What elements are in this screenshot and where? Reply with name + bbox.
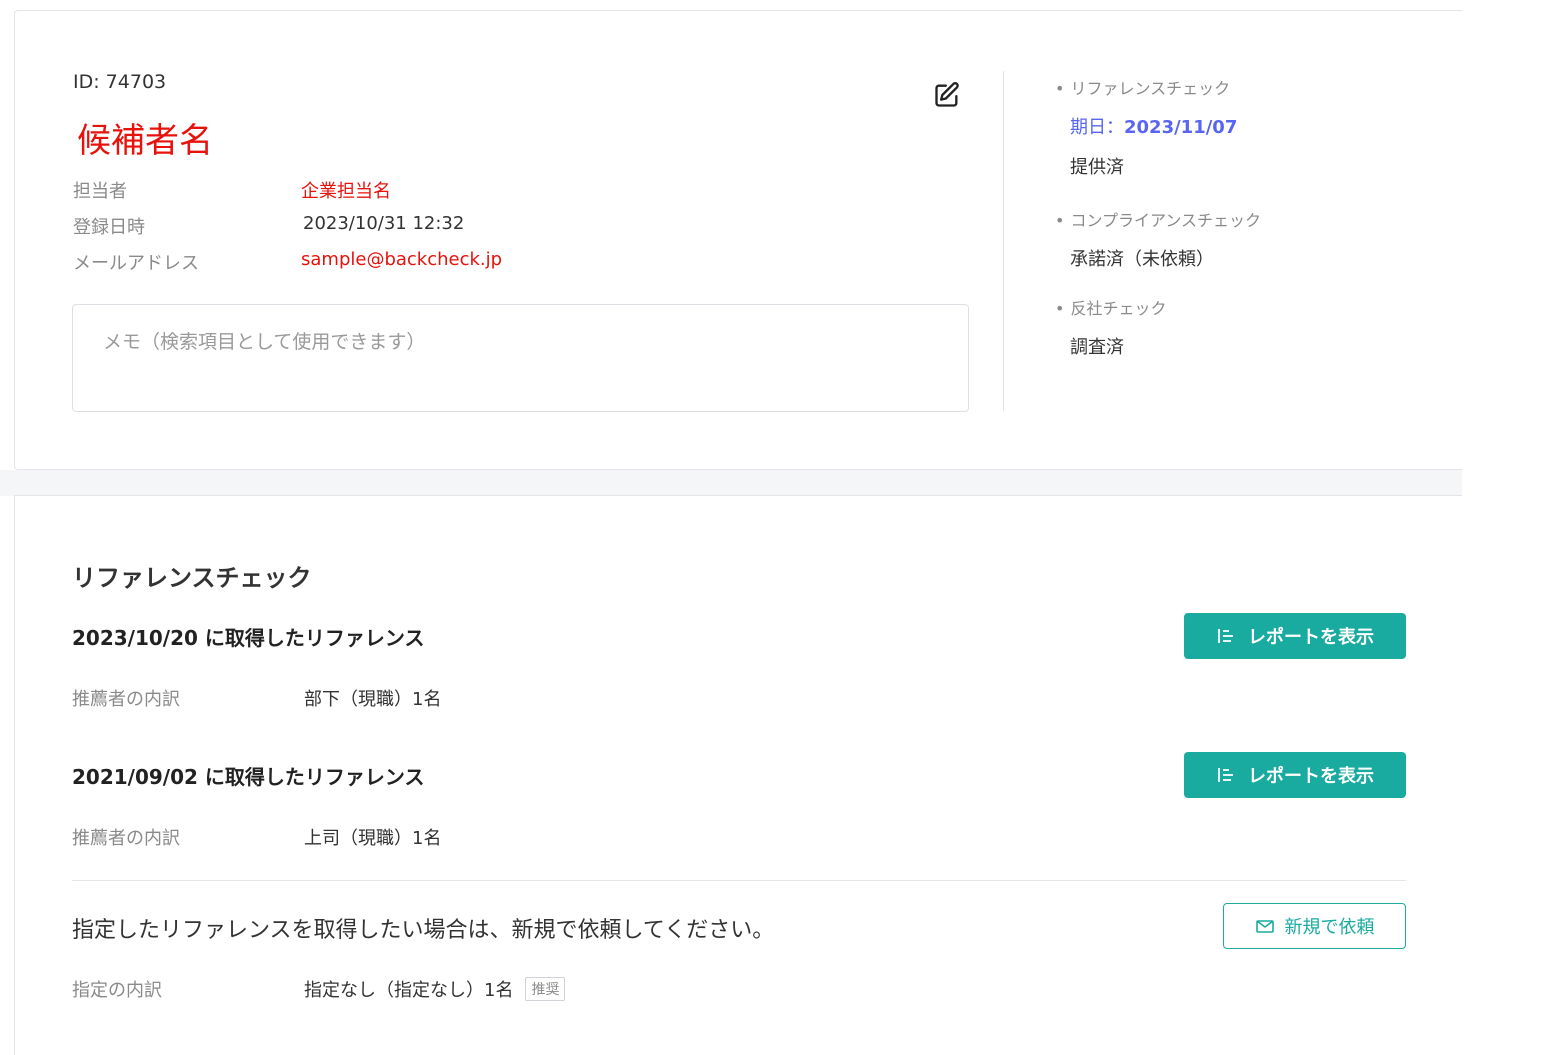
registered-label: 登録日時 bbox=[73, 217, 145, 238]
reference-detail-value-2: 上司（現職）1名 bbox=[304, 828, 442, 849]
reference-detail-label-1: 推薦者の内訳 bbox=[72, 689, 180, 710]
status-antisocial-value: 調査済 bbox=[1070, 337, 1124, 358]
view-report-label-2: レポートを表示 bbox=[1248, 766, 1374, 787]
registered-value: 2023/10/31 12:32 bbox=[303, 213, 465, 234]
status-antisocial: 反社チェック 調査済 bbox=[1055, 295, 1166, 359]
candidate-id: ID: 74703 bbox=[73, 71, 167, 93]
spec-value: 指定なし（指定なし）1名 bbox=[304, 980, 514, 1001]
candidate-name: 候補者名 bbox=[77, 121, 213, 161]
reference-detail-label-2: 推薦者の内訳 bbox=[72, 828, 180, 849]
view-report-label-1: レポートを表示 bbox=[1248, 627, 1374, 648]
owner-value: 企業担当名 bbox=[301, 181, 391, 202]
edit-button[interactable] bbox=[933, 81, 961, 109]
status-reference-value: 提供済 bbox=[1070, 157, 1124, 178]
request-instruction: 指定したリファレンスを取得したい場合は、新規で依頼してください。 bbox=[72, 918, 775, 943]
spec-label: 指定の内訳 bbox=[72, 980, 162, 1001]
registered-row: 登録日時 2023/10/31 12:32 bbox=[73, 213, 464, 239]
status-compliance-title: コンプライアンスチェック bbox=[1055, 207, 1261, 231]
section-divider bbox=[72, 880, 1406, 881]
spec-row: 指定の内訳 指定なし（指定なし）1名 推奨 bbox=[72, 976, 566, 1002]
reference-detail-2: 推薦者の内訳 上司（現職）1名 bbox=[72, 824, 441, 850]
status-reference: リファレンスチェック 期日：2023/11/07 提供済 bbox=[1055, 75, 1237, 179]
email-label: メールアドレス bbox=[73, 253, 199, 274]
email-row: メールアドレス sample@backcheck.jp bbox=[73, 249, 502, 275]
recommended-badge: 推奨 bbox=[525, 977, 566, 1001]
candidate-card: ID: 74703 候補者名 担当者 企業担当名 登録日時 2023/10/31… bbox=[14, 10, 1462, 470]
due-prefix: 期日： bbox=[1070, 117, 1124, 138]
vertical-divider bbox=[1003, 71, 1004, 411]
owner-row: 担当者 企業担当名 bbox=[73, 177, 391, 203]
edit-icon bbox=[935, 82, 959, 107]
email-value: sample@backcheck.jp bbox=[301, 249, 503, 270]
view-report-button-1[interactable]: レポートを表示 bbox=[1184, 613, 1406, 659]
report-list-icon bbox=[1218, 768, 1233, 782]
memo-input[interactable] bbox=[72, 304, 969, 412]
reference-detail-1: 推薦者の内訳 部下（現職）1名 bbox=[72, 685, 441, 711]
new-request-label: 新規で依頼 bbox=[1284, 917, 1375, 938]
status-reference-due: 期日：2023/11/07 bbox=[1070, 113, 1237, 139]
reference-heading-1: 2023/10/20 に取得したリファレンス bbox=[72, 626, 425, 650]
report-list-icon bbox=[1218, 629, 1233, 643]
new-request-button[interactable]: 新規で依頼 bbox=[1223, 903, 1406, 949]
reference-heading-2: 2021/09/02 に取得したリファレンス bbox=[72, 765, 425, 789]
status-compliance-value: 承諾済（未依頼） bbox=[1070, 249, 1214, 270]
reference-detail-value-1: 部下（現職）1名 bbox=[304, 689, 442, 710]
section-title: リファレンスチェック bbox=[72, 564, 312, 592]
owner-label: 担当者 bbox=[73, 181, 127, 202]
status-compliance: コンプライアンスチェック 承諾済（未依頼） bbox=[1055, 207, 1261, 271]
status-antisocial-title: 反社チェック bbox=[1055, 295, 1166, 319]
due-date: 2023/11/07 bbox=[1124, 117, 1238, 138]
page-background-strip bbox=[0, 470, 1462, 496]
view-report-button-2[interactable]: レポートを表示 bbox=[1184, 752, 1406, 798]
status-reference-title: リファレンスチェック bbox=[1055, 75, 1237, 99]
mail-send-icon bbox=[1255, 920, 1274, 933]
